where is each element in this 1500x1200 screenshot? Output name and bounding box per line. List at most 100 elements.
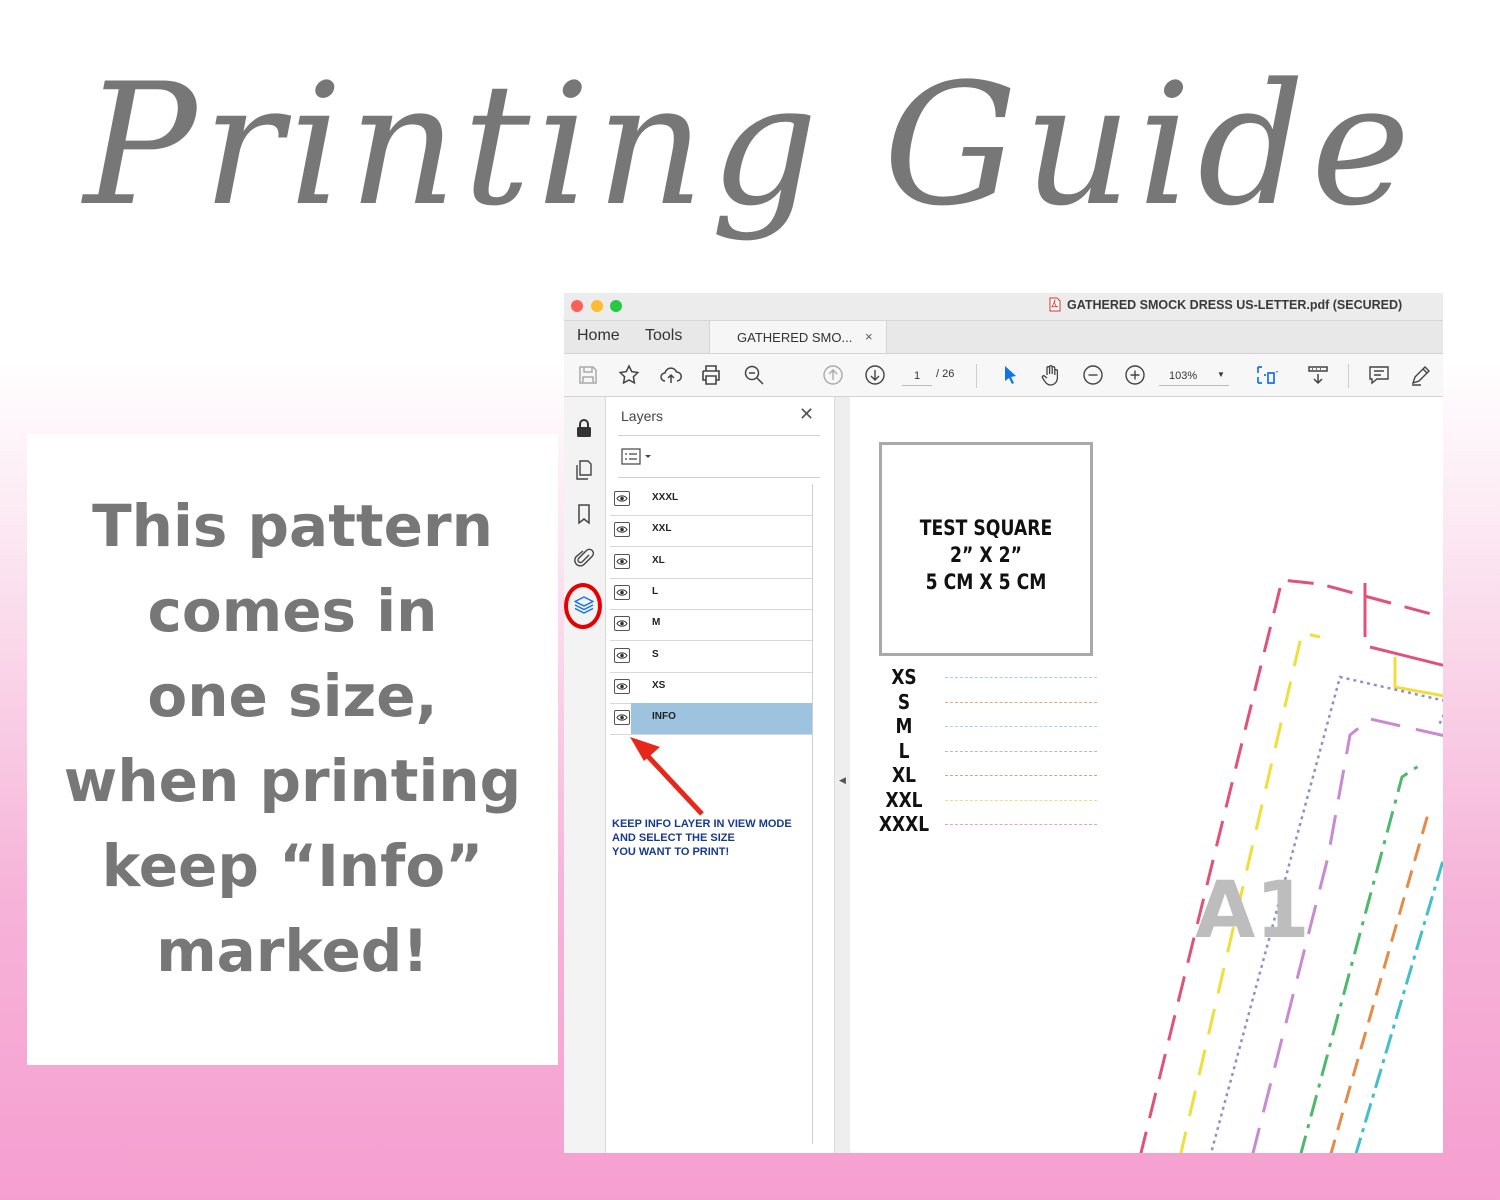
legend-label: XL xyxy=(892,763,916,787)
info-line: one size, xyxy=(147,662,438,730)
bookmark-icon[interactable] xyxy=(573,503,595,525)
info-line: marked! xyxy=(156,917,429,985)
left-rail xyxy=(564,397,606,1153)
save-icon[interactable] xyxy=(576,363,600,387)
test-square-text: TEST SQUARE 2” X 2” 5 CM X 5 CM xyxy=(901,515,1072,596)
layers-panel: Layers ✕ XXXL XXL XL L M S XS INFO KEEP INFO LA… xyxy=(606,397,834,1153)
zoom-in-icon[interactable] xyxy=(1123,363,1147,387)
note-line: KEEP INFO LAYER IN VIEW MODE xyxy=(612,818,792,830)
legend-line xyxy=(945,726,1097,727)
layer-name: XS xyxy=(652,679,666,691)
print-icon[interactable] xyxy=(699,363,723,387)
info-line: comes in xyxy=(147,577,438,645)
note-line: YOU WANT TO PRINT! xyxy=(612,846,730,858)
layer-name: M xyxy=(652,617,661,629)
test-line: 5 CM X 5 CM xyxy=(925,570,1047,594)
zoom-out-icon[interactable] xyxy=(1081,363,1105,387)
page-up-icon[interactable] xyxy=(821,363,845,387)
pdf-file-icon xyxy=(1049,297,1061,312)
highlight-circle xyxy=(564,583,602,629)
fit-page-icon[interactable] xyxy=(1254,363,1278,387)
toolbar-divider xyxy=(976,364,977,388)
eye-icon[interactable] xyxy=(614,616,630,632)
legend-label: XS xyxy=(891,665,917,689)
close-icon[interactable]: ✕ xyxy=(799,404,814,425)
red-arrow xyxy=(630,737,704,816)
zoom-window-button[interactable] xyxy=(610,300,622,312)
tab-tools[interactable]: Tools xyxy=(645,327,682,345)
info-line: This pattern xyxy=(92,492,493,560)
collapse-panel-icon[interactable]: ◀ xyxy=(839,775,846,786)
panel-splitter[interactable]: ◀ xyxy=(834,397,851,1153)
layer-name: XXL xyxy=(652,523,672,535)
layer-row[interactable]: XL xyxy=(610,547,812,579)
layer-row[interactable]: M xyxy=(610,609,812,642)
note-line: AND SELECT THE SIZE xyxy=(612,832,735,844)
upload-icon[interactable] xyxy=(659,363,683,387)
layer-row[interactable]: XS xyxy=(610,672,812,704)
eye-icon[interactable] xyxy=(614,678,630,694)
info-text: This pattern comes in one size, when pri… xyxy=(27,484,558,994)
panel-divider xyxy=(618,477,820,478)
legend-label: S xyxy=(897,689,911,714)
toolbar: 1 / 26 103% ▼ xyxy=(564,354,1443,397)
test-line: TEST SQUARE xyxy=(919,516,1053,540)
star-icon[interactable] xyxy=(617,363,641,387)
legend-label: L xyxy=(898,738,910,763)
eye-icon[interactable] xyxy=(614,584,630,600)
layer-name: XL xyxy=(652,554,665,566)
layer-row[interactable]: L xyxy=(610,578,812,610)
layer-name: XXXL xyxy=(652,492,679,503)
document-page: A1 TEST SQUARE 2” X 2” 5 CM X 5 CM XS S M L… xyxy=(850,397,1443,1153)
hand-icon[interactable] xyxy=(1039,363,1063,387)
eye-icon[interactable] xyxy=(614,491,630,506)
info-card: This pattern comes in one size, when pri… xyxy=(27,434,558,1065)
layer-name: L xyxy=(652,585,659,597)
legend-line xyxy=(945,677,1097,678)
legend-label: M xyxy=(895,714,913,738)
layers-options-button[interactable] xyxy=(621,447,657,467)
zoom-select[interactable]: 103% ▼ xyxy=(1159,367,1229,386)
toolbar-divider xyxy=(1348,364,1349,388)
info-line: keep “Info” xyxy=(101,832,484,900)
layer-row[interactable]: XXXL xyxy=(610,484,812,516)
attachment-icon[interactable] xyxy=(573,547,595,569)
pages-icon[interactable] xyxy=(573,459,595,481)
tab-home[interactable]: Home xyxy=(577,327,620,345)
title-bar: GATHERED SMOCK DRESS US-LETTER.pdf (SECU… xyxy=(564,293,1443,321)
page-number-input[interactable]: 1 xyxy=(902,367,932,386)
legend-line xyxy=(945,775,1097,776)
layers-title: Layers xyxy=(621,408,664,424)
headline: Printing Guide xyxy=(83,47,1417,243)
page-total: / 26 xyxy=(936,368,955,380)
eye-icon[interactable] xyxy=(614,522,630,538)
layer-row[interactable]: XXL xyxy=(610,515,812,548)
legend-line xyxy=(945,701,1097,703)
chevron-down-icon: ▼ xyxy=(1217,370,1225,379)
comment-icon[interactable] xyxy=(1367,363,1391,387)
close-window-button[interactable] xyxy=(571,300,583,312)
window-title: GATHERED SMOCK DRESS US-LETTER.pdf (SECU… xyxy=(1067,298,1403,312)
select-arrow-icon[interactable] xyxy=(998,363,1022,387)
test-line: 2” X 2” xyxy=(950,543,1022,567)
zoom-value: 103% xyxy=(1169,370,1198,382)
piece-label: A1 xyxy=(1195,866,1310,956)
page-down-icon[interactable] xyxy=(863,363,887,387)
find-icon[interactable] xyxy=(742,363,766,387)
scroll-mode-icon[interactable] xyxy=(1306,363,1330,387)
acrobat-window: GATHERED SMOCK DRESS US-LETTER.pdf (SECU… xyxy=(564,293,1443,1153)
minimize-window-button[interactable] xyxy=(591,300,603,312)
tab-document[interactable]: GATHERED SMO... × xyxy=(709,321,887,353)
pen-icon[interactable] xyxy=(1409,363,1433,387)
info-line: when printing xyxy=(63,747,522,815)
eye-icon[interactable] xyxy=(614,647,630,663)
eye-icon[interactable] xyxy=(614,710,630,726)
legend-label: XXL xyxy=(885,787,923,812)
lock-icon[interactable] xyxy=(573,417,595,439)
layer-name: INFO xyxy=(652,711,676,723)
eye-icon[interactable] xyxy=(614,553,630,569)
tab-close-button[interactable]: × xyxy=(865,329,873,344)
tab-bar: Home Tools GATHERED SMO... × xyxy=(564,321,1443,354)
legend-line xyxy=(945,750,1097,752)
layer-row[interactable]: S xyxy=(610,641,812,673)
